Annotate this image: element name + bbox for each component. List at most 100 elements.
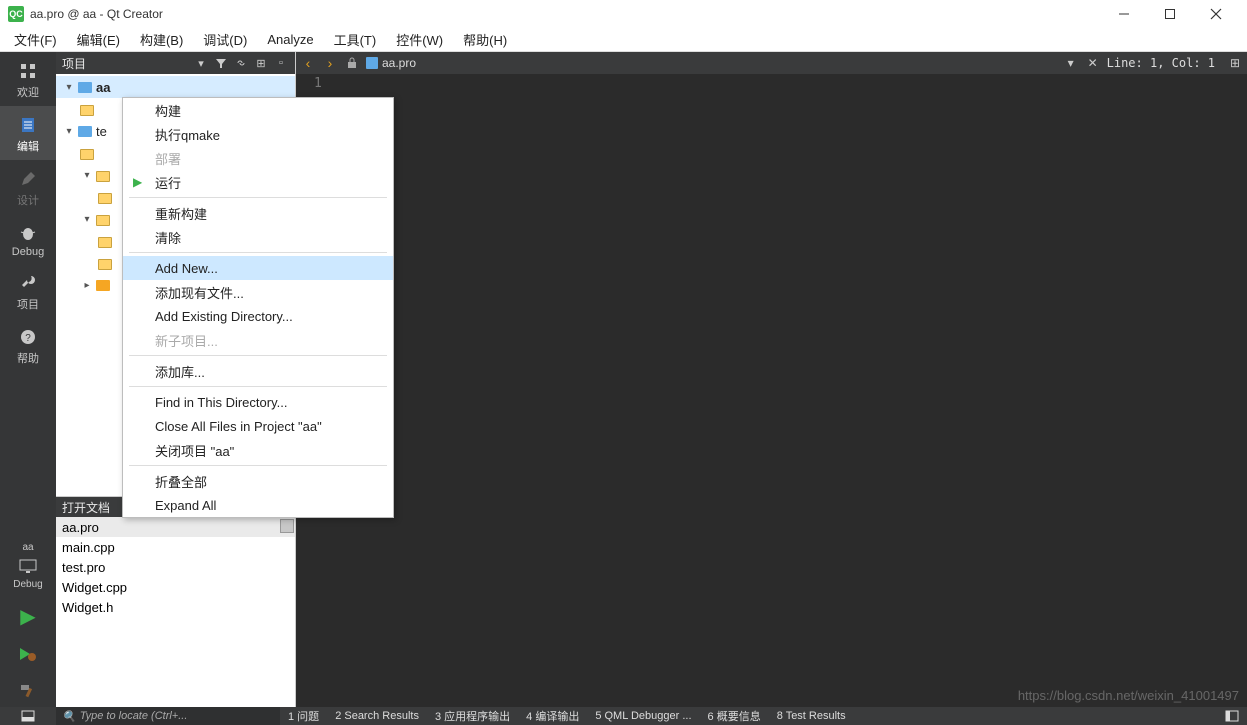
output-toggle[interactable] xyxy=(0,707,56,725)
menu-collapse-all[interactable]: 折叠全部 xyxy=(123,469,393,493)
output-qml[interactable]: 5 QML Debugger ... xyxy=(587,710,699,722)
wrench-icon xyxy=(17,272,39,294)
close-panel-icon[interactable]: ▫ xyxy=(273,55,289,71)
menu-analyze[interactable]: Analyze xyxy=(257,30,323,49)
window-controls xyxy=(1101,0,1239,28)
menu-rebuild[interactable]: 重新构建 xyxy=(123,201,393,225)
menu-close-project[interactable]: 关闭项目 "aa" xyxy=(123,438,393,462)
qt-creator-logo: QC xyxy=(8,6,24,22)
line-number: 1 xyxy=(314,76,322,91)
output-test[interactable]: 8 Test Results xyxy=(769,710,854,722)
minimize-button[interactable] xyxy=(1101,0,1147,28)
scrollbar-thumb[interactable] xyxy=(280,519,294,533)
menu-separator xyxy=(129,197,387,198)
open-doc-item[interactable]: Widget.cpp xyxy=(56,577,295,597)
open-doc-item[interactable]: Widget.h xyxy=(56,597,295,617)
maximize-button[interactable] xyxy=(1147,0,1193,28)
output-general[interactable]: 6 概要信息 xyxy=(700,708,769,724)
chevron-down-icon[interactable]: ▾ xyxy=(80,214,94,225)
output-issues[interactable]: 1 问题 xyxy=(280,708,327,724)
tree-item-aa[interactable]: ▾ aa xyxy=(56,76,295,98)
mode-design[interactable]: 设计 xyxy=(0,160,56,214)
menu-add-existing-dir[interactable]: Add Existing Directory... xyxy=(123,304,393,328)
folder-icon xyxy=(96,215,110,226)
chevron-down-icon[interactable]: ▾ xyxy=(62,126,76,137)
editor-file-selector[interactable]: aa.pro xyxy=(366,56,416,70)
chevron-down-icon[interactable]: ▾ xyxy=(62,82,76,93)
run-button[interactable]: ▶ xyxy=(0,596,56,635)
link-icon[interactable] xyxy=(233,55,249,71)
lock-icon[interactable] xyxy=(344,55,360,71)
context-menu: 构建 执行qmake 部署 ▶运行 重新构建 清除 Add New... 添加现… xyxy=(122,97,394,518)
chevron-right-icon[interactable]: ▸ xyxy=(80,280,94,291)
dropdown-icon[interactable]: ▾ xyxy=(1063,55,1079,71)
mode-rail: 欢迎 编辑 设计 Debug 项目 ? 帮助 aa Debug ▶ xyxy=(0,52,56,707)
grid-icon xyxy=(17,60,39,82)
menu-run[interactable]: ▶运行 xyxy=(123,170,393,194)
menu-build[interactable]: 构建 xyxy=(123,98,393,122)
output-search[interactable]: 2 Search Results xyxy=(327,710,427,722)
menu-find-in-dir[interactable]: Find in This Directory... xyxy=(123,390,393,414)
menu-label: 运行 xyxy=(155,173,181,192)
mode-help[interactable]: ? 帮助 xyxy=(0,318,56,372)
mode-welcome[interactable]: 欢迎 xyxy=(0,52,56,106)
locator-placeholder: Type to locate (Ctrl+... xyxy=(80,710,188,722)
close-button[interactable] xyxy=(1193,0,1239,28)
open-docs-list[interactable]: aa.pro main.cpp test.pro Widget.cpp Widg… xyxy=(56,517,295,707)
title-bar: QC aa.pro @ aa - Qt Creator xyxy=(0,0,1247,28)
code-editor[interactable]: 1 xyxy=(296,74,1247,707)
open-documents-panel: 打开文档 aa.pro main.cpp test.pro Widget.cpp… xyxy=(56,496,295,707)
mode-projects[interactable]: 项目 xyxy=(0,264,56,318)
menu-debug[interactable]: 调试(D) xyxy=(193,28,257,51)
split-icon[interactable]: ⊞ xyxy=(1227,55,1243,71)
nav-forward-icon[interactable]: › xyxy=(322,55,338,71)
open-doc-item[interactable]: test.pro xyxy=(56,557,295,577)
menu-clean[interactable]: 清除 xyxy=(123,225,393,249)
add-split-icon[interactable]: ⊞ xyxy=(253,55,269,71)
nav-back-icon[interactable]: ‹ xyxy=(300,55,316,71)
menu-build[interactable]: 构建(B) xyxy=(130,28,193,51)
open-doc-item[interactable]: main.cpp xyxy=(56,537,295,557)
menu-separator xyxy=(129,355,387,356)
cursor-position: Line: 1, Col: 1 xyxy=(1107,56,1221,70)
mode-debug[interactable]: Debug xyxy=(0,214,56,264)
tree-label: aa xyxy=(94,80,110,95)
play-bug-icon xyxy=(17,643,39,665)
pencil-icon xyxy=(17,168,39,190)
dropdown-icon[interactable]: ▾ xyxy=(193,55,209,71)
output-app[interactable]: 3 应用程序输出 xyxy=(427,708,518,724)
menu-add-existing[interactable]: 添加现有文件... xyxy=(123,280,393,304)
sidebar-toggle-icon[interactable] xyxy=(1217,710,1247,722)
menu-edit[interactable]: 编辑(E) xyxy=(67,28,130,51)
menu-separator xyxy=(129,465,387,466)
project-icon xyxy=(78,82,92,93)
menu-help[interactable]: 帮助(H) xyxy=(453,28,517,51)
close-editor-icon[interactable]: ✕ xyxy=(1085,55,1101,71)
menu-file[interactable]: 文件(F) xyxy=(4,28,67,51)
menu-expand-all[interactable]: Expand All xyxy=(123,493,393,517)
menu-close-all-files[interactable]: Close All Files in Project "aa" xyxy=(123,414,393,438)
folder-icon xyxy=(80,105,94,116)
panel-title: 项目 xyxy=(62,55,189,72)
output-compile[interactable]: 4 编译输出 xyxy=(518,708,587,724)
filter-icon[interactable] xyxy=(213,55,229,71)
chevron-down-icon[interactable]: ▾ xyxy=(80,170,94,181)
mode-label: 欢迎 xyxy=(17,84,39,100)
menu-add-new[interactable]: Add New... xyxy=(123,256,393,280)
mode-edit[interactable]: 编辑 xyxy=(0,106,56,160)
mode-label: Debug xyxy=(12,246,44,258)
menu-add-library[interactable]: 添加库... xyxy=(123,359,393,383)
panel-title: 打开文档 xyxy=(62,499,110,516)
hammer-icon xyxy=(17,679,39,701)
mode-label: 项目 xyxy=(17,296,39,312)
menu-qmake[interactable]: 执行qmake xyxy=(123,122,393,146)
open-doc-item[interactable]: aa.pro xyxy=(56,517,295,537)
target-selector[interactable]: aa Debug xyxy=(0,534,56,596)
target-name: aa xyxy=(22,542,33,553)
build-button[interactable] xyxy=(0,671,56,707)
folder-icon xyxy=(96,280,110,291)
menu-tools[interactable]: 工具(T) xyxy=(324,28,387,51)
menu-widgets[interactable]: 控件(W) xyxy=(386,28,453,51)
locator-input[interactable]: 🔍 Type to locate (Ctrl+... xyxy=(56,707,280,725)
run-debug-button[interactable] xyxy=(0,635,56,671)
